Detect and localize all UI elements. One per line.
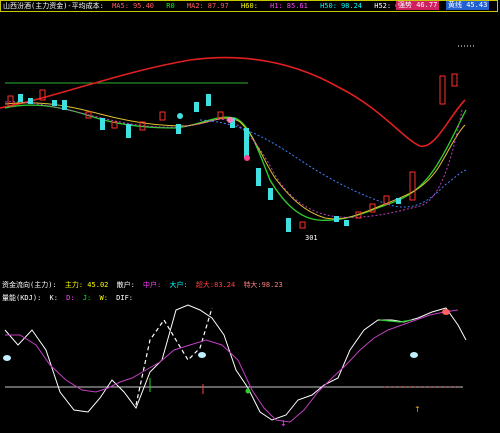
candlesticks[interactable]	[7, 73, 458, 232]
kdj-marker	[198, 352, 206, 358]
candle[interactable]	[244, 128, 249, 158]
candle[interactable]	[299, 221, 306, 229]
candle[interactable]	[256, 168, 261, 186]
price-panel[interactable]: 301	[0, 45, 474, 242]
candle[interactable]	[28, 98, 33, 104]
kdj-marker	[3, 355, 11, 361]
candle[interactable]	[7, 95, 14, 107]
candle[interactable]	[439, 75, 446, 105]
candle[interactable]	[334, 216, 339, 222]
candle[interactable]	[159, 111, 166, 121]
candle[interactable]	[344, 220, 349, 226]
kdj-marker	[410, 352, 418, 358]
marker-dot	[244, 155, 250, 161]
candle[interactable]	[18, 94, 23, 102]
kdj-marker	[442, 309, 450, 315]
candle[interactable]	[268, 188, 273, 200]
candle[interactable]	[126, 124, 131, 138]
candle[interactable]	[206, 94, 211, 106]
ma-blue-dotted	[199, 119, 467, 208]
ma-long-red	[0, 56, 466, 147]
kdj-down-arrow: ↓	[280, 419, 287, 428]
kdj-marker	[245, 388, 251, 394]
kdj-panel[interactable]: ↑ ↓	[3, 304, 467, 428]
kdj-up-arrow: ↑	[414, 405, 421, 414]
candle[interactable]	[409, 171, 416, 201]
candle[interactable]	[451, 73, 458, 87]
marker-dot	[227, 117, 233, 123]
candle[interactable]	[286, 218, 291, 232]
candle[interactable]	[194, 102, 199, 112]
candle[interactable]	[52, 100, 57, 106]
marker-dot	[177, 113, 183, 119]
kdj-j-magenta	[5, 309, 459, 423]
candle[interactable]	[62, 100, 67, 110]
candle[interactable]	[100, 118, 105, 130]
candle[interactable]	[176, 124, 181, 134]
low-price-label: 301	[305, 234, 318, 242]
candle[interactable]	[396, 198, 401, 204]
chart-canvas[interactable]: 301 ↑ ↓	[0, 0, 500, 433]
